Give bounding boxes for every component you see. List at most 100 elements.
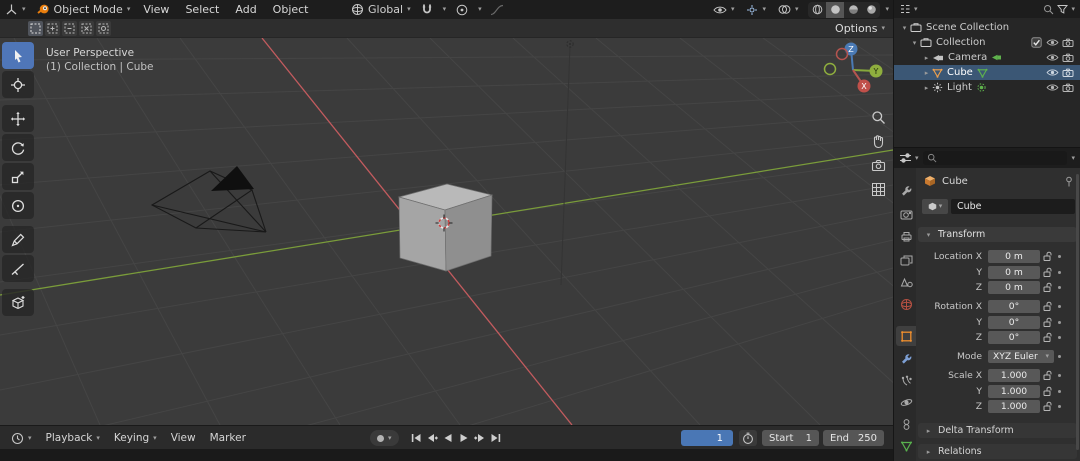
- menu-object[interactable]: Object: [265, 0, 317, 19]
- menu-keying[interactable]: Keying▾: [107, 426, 164, 450]
- disclosure-open-icon[interactable]: ▾: [909, 39, 920, 47]
- frame-end-field[interactable]: End 250: [823, 430, 884, 446]
- proportional-edit-button[interactable]: [451, 0, 473, 19]
- outliner-item-camera[interactable]: ▸ Camera: [894, 50, 1080, 65]
- animate-dot[interactable]: [1054, 374, 1064, 377]
- auto-keying-button[interactable]: ▾: [370, 430, 399, 446]
- scale-z-field[interactable]: 1.000: [988, 400, 1040, 413]
- rotation-mode-dropdown[interactable]: XYZ Euler ▾: [988, 350, 1054, 363]
- light-hide-toggle[interactable]: [1044, 83, 1060, 92]
- frame-start-field[interactable]: Start 1: [762, 430, 819, 446]
- viewport-3d[interactable]: User Perspective (1) Collection | Cube Z…: [0, 38, 893, 425]
- camera-hide-toggle[interactable]: [1044, 53, 1060, 62]
- properties-editor-button[interactable]: ▾: [899, 152, 919, 164]
- menu-playback[interactable]: Playback▾: [39, 426, 107, 450]
- animate-dot[interactable]: [1054, 321, 1064, 324]
- delta-transform-section[interactable]: ▸ Delta Transform: [918, 423, 1077, 438]
- animate-dot[interactable]: [1054, 336, 1064, 339]
- add-cube-tool-button[interactable]: [2, 289, 34, 316]
- shading-material-button[interactable]: [844, 2, 862, 18]
- menu-view[interactable]: View: [135, 0, 177, 19]
- menu-timeline-view[interactable]: View: [164, 426, 203, 450]
- disclosure-closed-icon[interactable]: ▸: [921, 84, 932, 92]
- id-type-button[interactable]: ▾: [922, 199, 948, 214]
- tab-object-data[interactable]: [896, 436, 916, 456]
- animate-dot[interactable]: [1054, 390, 1064, 393]
- prev-keyframe-button[interactable]: [424, 430, 439, 446]
- lock-icon[interactable]: [1040, 317, 1054, 328]
- collection-checkbox[interactable]: [1028, 37, 1044, 48]
- jump-to-start-button[interactable]: [408, 430, 423, 446]
- gizmo-x-axis-ball[interactable]: X: [858, 80, 871, 93]
- scale-x-field[interactable]: 1.000: [988, 369, 1040, 382]
- animate-dot[interactable]: [1054, 286, 1064, 289]
- tab-particles[interactable]: [896, 370, 916, 390]
- tab-scene[interactable]: [896, 272, 916, 292]
- chevron-down-icon[interactable]: ▾: [1071, 6, 1075, 13]
- chevron-down-icon[interactable]: ▾: [1071, 155, 1075, 162]
- select-mode-subtract-button[interactable]: [62, 21, 77, 36]
- jump-to-end-button[interactable]: [488, 430, 503, 446]
- camera-view-button[interactable]: [871, 158, 886, 173]
- tab-physics[interactable]: [896, 392, 916, 412]
- select-mode-intersect-button[interactable]: [96, 21, 111, 36]
- overlays-dropdown[interactable]: ▾: [773, 0, 804, 19]
- collection-render-toggle[interactable]: [1060, 37, 1076, 48]
- menu-select[interactable]: Select: [177, 0, 227, 19]
- disclosure-open-icon[interactable]: ▾: [899, 24, 910, 32]
- tab-constraints[interactable]: [896, 414, 916, 434]
- outliner-editor-button[interactable]: ▾: [899, 3, 918, 15]
- annotate-tool-button[interactable]: [2, 226, 34, 253]
- pin-icon[interactable]: [1064, 176, 1074, 187]
- lock-icon[interactable]: [1040, 401, 1054, 412]
- scale-y-field[interactable]: 1.000: [988, 385, 1040, 398]
- filter-icon[interactable]: [1057, 4, 1068, 14]
- select-box-tool-button[interactable]: [2, 42, 34, 69]
- gizmos-dropdown[interactable]: ▾: [741, 0, 771, 19]
- animate-dot[interactable]: [1054, 405, 1064, 408]
- outliner-item-cube[interactable]: ▸ Cube: [894, 65, 1080, 80]
- object-name-field[interactable]: Cube: [951, 199, 1075, 214]
- lock-icon[interactable]: [1040, 301, 1054, 312]
- pan-hand-button[interactable]: [871, 134, 886, 149]
- camera-render-toggle[interactable]: [1060, 52, 1076, 63]
- object-visibility-dropdown[interactable]: ▾: [708, 0, 740, 19]
- falloff-icon[interactable]: [490, 4, 504, 16]
- gizmo-y-axis-ball[interactable]: Y: [870, 65, 883, 78]
- tab-modifiers[interactable]: [896, 348, 916, 368]
- editor-type-button[interactable]: ▾: [0, 0, 31, 19]
- properties-scrollbar[interactable]: [1076, 174, 1079, 450]
- outliner-item-collection[interactable]: ▾ Collection: [894, 35, 1080, 50]
- shading-rendered-button[interactable]: [862, 2, 880, 18]
- relations-section[interactable]: ▸ Relations: [918, 444, 1077, 459]
- select-mode-set-button[interactable]: [28, 21, 43, 36]
- snap-options-button[interactable]: ▾: [438, 0, 452, 19]
- mode-dropdown[interactable]: Object Mode ▾: [31, 0, 136, 19]
- camera-object[interactable]: [152, 166, 266, 232]
- rotation-x-field[interactable]: 0°: [988, 300, 1040, 313]
- shading-wireframe-button[interactable]: [808, 2, 826, 18]
- current-frame-field[interactable]: 1: [681, 430, 733, 446]
- lock-icon[interactable]: [1040, 251, 1054, 262]
- lock-icon[interactable]: [1040, 332, 1054, 343]
- tab-render[interactable]: [896, 204, 916, 224]
- preview-range-button[interactable]: [739, 430, 757, 446]
- measure-tool-button[interactable]: [2, 255, 34, 282]
- snap-toggle-button[interactable]: [416, 0, 438, 19]
- proportional-options-button[interactable]: ▾: [473, 0, 487, 19]
- location-y-field[interactable]: 0 m: [988, 266, 1040, 279]
- cursor-tool-button[interactable]: [2, 71, 34, 98]
- light-object[interactable]: [561, 41, 573, 285]
- tab-tool[interactable]: [896, 180, 916, 200]
- next-keyframe-button[interactable]: [472, 430, 487, 446]
- transform-orientation-dropdown[interactable]: Global ▾: [346, 0, 416, 19]
- animate-dot[interactable]: [1054, 355, 1064, 358]
- cube-hide-toggle[interactable]: [1044, 68, 1060, 77]
- outliner-item-scene-collection[interactable]: ▾ Scene Collection: [894, 20, 1080, 35]
- ortho-toggle-button[interactable]: [871, 182, 886, 197]
- animate-dot[interactable]: [1054, 271, 1064, 274]
- move-tool-button[interactable]: [2, 105, 34, 132]
- shading-options-caret[interactable]: ▾: [885, 6, 889, 13]
- light-render-toggle[interactable]: [1060, 82, 1076, 93]
- rotate-tool-button[interactable]: [2, 134, 34, 161]
